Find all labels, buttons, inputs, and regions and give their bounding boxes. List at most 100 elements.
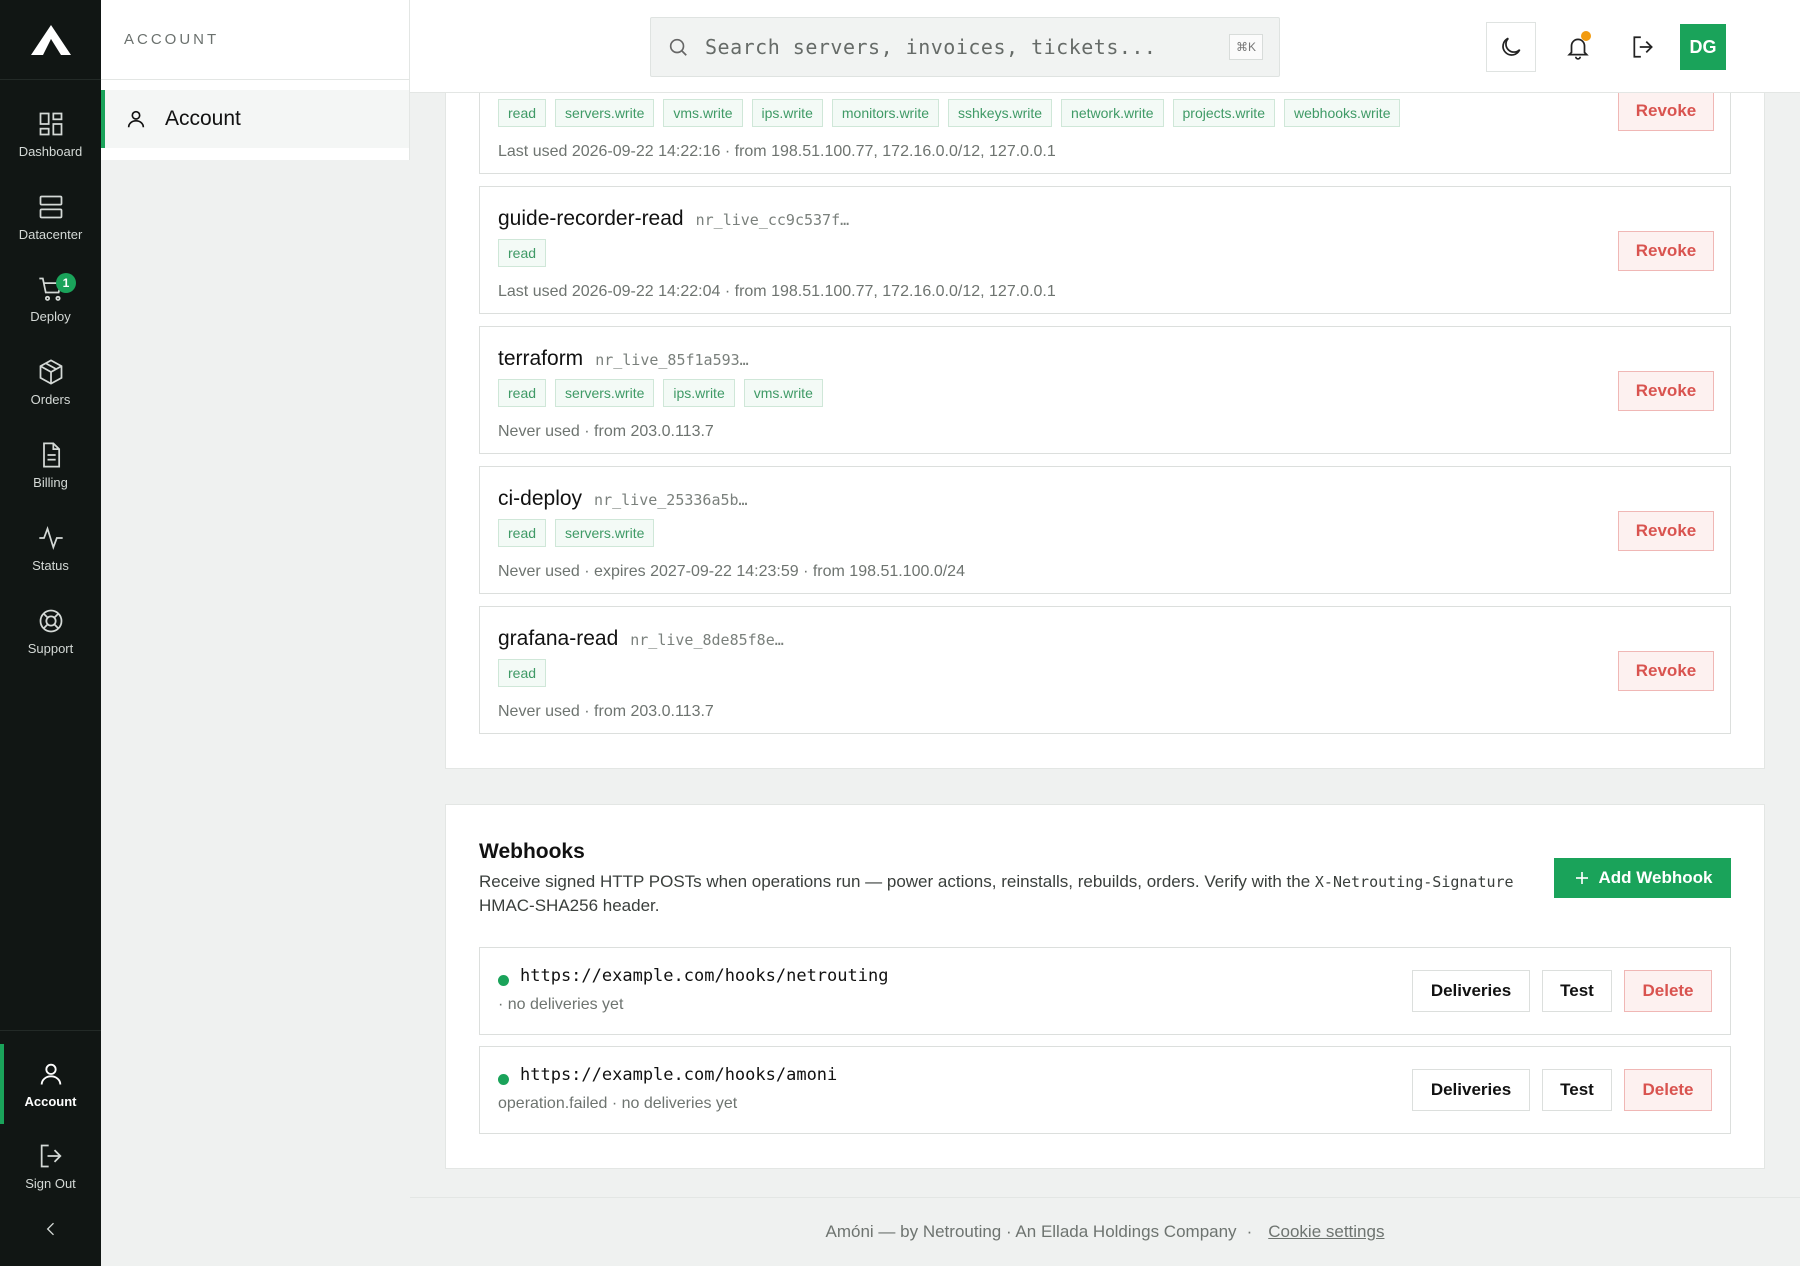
cart-count-badge: 1 [56, 273, 76, 293]
test-button[interactable]: Test [1542, 1069, 1612, 1111]
api-key-row: ci-deploy nr_live_25336a5b… read servers… [479, 466, 1731, 594]
test-button[interactable]: Test [1542, 970, 1612, 1012]
scope-chip: read [498, 519, 547, 547]
rail-item-dashboard[interactable]: Dashboard [0, 94, 101, 174]
search-icon [669, 38, 687, 56]
rail-label: Deploy [30, 308, 71, 324]
scope-chip: servers.write [555, 519, 655, 547]
main-rail: Dashboard Datacenter 1 Deploy Orders Bil… [0, 0, 101, 1266]
cookie-settings-link[interactable]: Cookie settings [1268, 1222, 1384, 1242]
rail-item-billing[interactable]: Billing [0, 425, 101, 505]
status-dot [498, 975, 509, 986]
rail-item-support[interactable]: Support [0, 591, 101, 671]
scope-chip: ips.write [751, 99, 823, 127]
key-name: grafana-read [498, 627, 619, 650]
logout-button[interactable] [1618, 22, 1668, 72]
rail-label: Dashboard [18, 143, 83, 159]
add-webhook-label: Add Webhook [1598, 868, 1713, 887]
rail-divider [0, 1030, 101, 1031]
subnav-item-label: Account [165, 107, 241, 130]
search-placeholder: Search servers, invoices, tickets... [705, 35, 1157, 59]
subnav-item-account[interactable]: Account [101, 90, 409, 148]
search-shortcut: ⌘K [1229, 34, 1263, 60]
status-dot [498, 1074, 509, 1085]
brand-logo[interactable] [0, 0, 101, 80]
revoke-button[interactable]: Revoke [1618, 91, 1714, 131]
desc-text: HMAC-SHA256 header. [479, 896, 660, 915]
signature-header-code: X-Netrouting-Signature [1314, 873, 1514, 891]
rail-item-account[interactable]: Account [0, 1044, 101, 1124]
delete-button[interactable]: Delete [1624, 1069, 1712, 1111]
key-meta: Never used · expires 2027-09-22 14:23:59… [498, 563, 965, 580]
api-key-row: grafana-read nr_live_8de85f8e… read Neve… [479, 606, 1731, 734]
key-meta: Last used 2026-09-22 14:22:04 · from 198… [498, 283, 1056, 300]
rail-label: Status [32, 557, 69, 573]
top-bar: Search servers, invoices, tickets... ⌘K … [410, 0, 1800, 93]
sign-out-icon [40, 1144, 62, 1167]
logo-icon [30, 24, 71, 55]
scope-chip: servers.write [555, 99, 655, 127]
revoke-button[interactable]: Revoke [1618, 371, 1714, 411]
box-icon [39, 358, 62, 385]
sign-out-icon [1633, 36, 1653, 58]
server-icon [39, 195, 62, 218]
key-prefix: nr_live_cc9c537f… [695, 211, 850, 229]
collapse-rail-button[interactable] [0, 1194, 101, 1264]
scope-chip: vms.write [663, 99, 743, 127]
activity-icon [38, 525, 63, 550]
desc-text: Receive signed HTTP POSTs when operation… [479, 872, 1315, 891]
revoke-button[interactable]: Revoke [1618, 511, 1714, 551]
rail-label: Sign Out [25, 1175, 76, 1191]
deliveries-button[interactable]: Deliveries [1412, 970, 1530, 1012]
key-name-line: grafana-read nr_live_8de85f8e… [498, 627, 784, 651]
scope-list: read [498, 239, 547, 267]
global-search[interactable]: Search servers, invoices, tickets... ⌘K [650, 17, 1280, 77]
scope-chip: network.write [1061, 99, 1164, 127]
key-meta: Never used · from 203.0.113.7 [498, 423, 714, 440]
rail-item-orders[interactable]: Orders [0, 342, 101, 422]
rail-item-status[interactable]: Status [0, 508, 101, 588]
theme-toggle-button[interactable] [1486, 22, 1536, 72]
webhook-status: operation.failed · no deliveries yet [498, 1095, 738, 1112]
revoke-button[interactable]: Revoke [1618, 231, 1714, 271]
scope-list: read [498, 659, 547, 687]
rail-label: Datacenter [18, 226, 83, 242]
scope-list: read servers.write vms.write ips.write m… [498, 99, 1401, 127]
notification-dot [1581, 31, 1591, 41]
webhook-row: https://example.com/hooks/amoni operatio… [479, 1046, 1731, 1134]
key-name-line: terraform nr_live_85f1a593… [498, 347, 749, 371]
deliveries-button[interactable]: Deliveries [1412, 1069, 1530, 1111]
rail-label: Account [24, 1093, 77, 1109]
scope-chip: read [498, 379, 547, 407]
scope-chip: monitors.write [831, 99, 940, 127]
footer-separator: · [1246, 1222, 1253, 1241]
add-webhook-button[interactable]: Add Webhook [1554, 858, 1731, 898]
revoke-button[interactable]: Revoke [1618, 651, 1714, 691]
notifications-button[interactable] [1553, 22, 1603, 72]
rail-item-datacenter[interactable]: Datacenter [0, 177, 101, 257]
user-avatar[interactable]: DG [1680, 24, 1726, 70]
scope-chip: servers.write [555, 379, 655, 407]
scope-chip: ips.write [663, 379, 735, 407]
subnav-heading: ACCOUNT [101, 0, 409, 80]
scope-chip: webhooks.write [1283, 99, 1401, 127]
scope-chip: read [498, 99, 547, 127]
api-key-row: terraform nr_live_85f1a593… read servers… [479, 326, 1731, 454]
key-name: terraform [498, 347, 584, 370]
plus-icon [1575, 872, 1588, 884]
webhook-status: · no deliveries yet [498, 996, 624, 1013]
webhooks-description: Receive signed HTTP POSTs when operation… [479, 870, 1519, 917]
scope-list: read servers.write ips.write vms.write [498, 379, 823, 407]
key-meta: Never used · from 203.0.113.7 [498, 703, 714, 720]
moon-icon [1502, 37, 1521, 56]
scope-chip: sshkeys.write [948, 99, 1053, 127]
rail-label: Billing [33, 474, 68, 490]
key-name: ci-deploy [498, 487, 583, 510]
delete-button[interactable]: Delete [1624, 970, 1712, 1012]
webhooks-title: Webhooks [479, 840, 585, 863]
user-icon [40, 1063, 61, 1085]
key-name-line: guide-recorder-read nr_live_cc9c537f… [498, 207, 849, 231]
key-meta: Last used 2026-09-22 14:22:16 · from 198… [498, 143, 1056, 160]
key-name-line: ci-deploy nr_live_25336a5b… [498, 487, 748, 511]
rail-item-deploy[interactable]: 1 Deploy [0, 259, 101, 339]
